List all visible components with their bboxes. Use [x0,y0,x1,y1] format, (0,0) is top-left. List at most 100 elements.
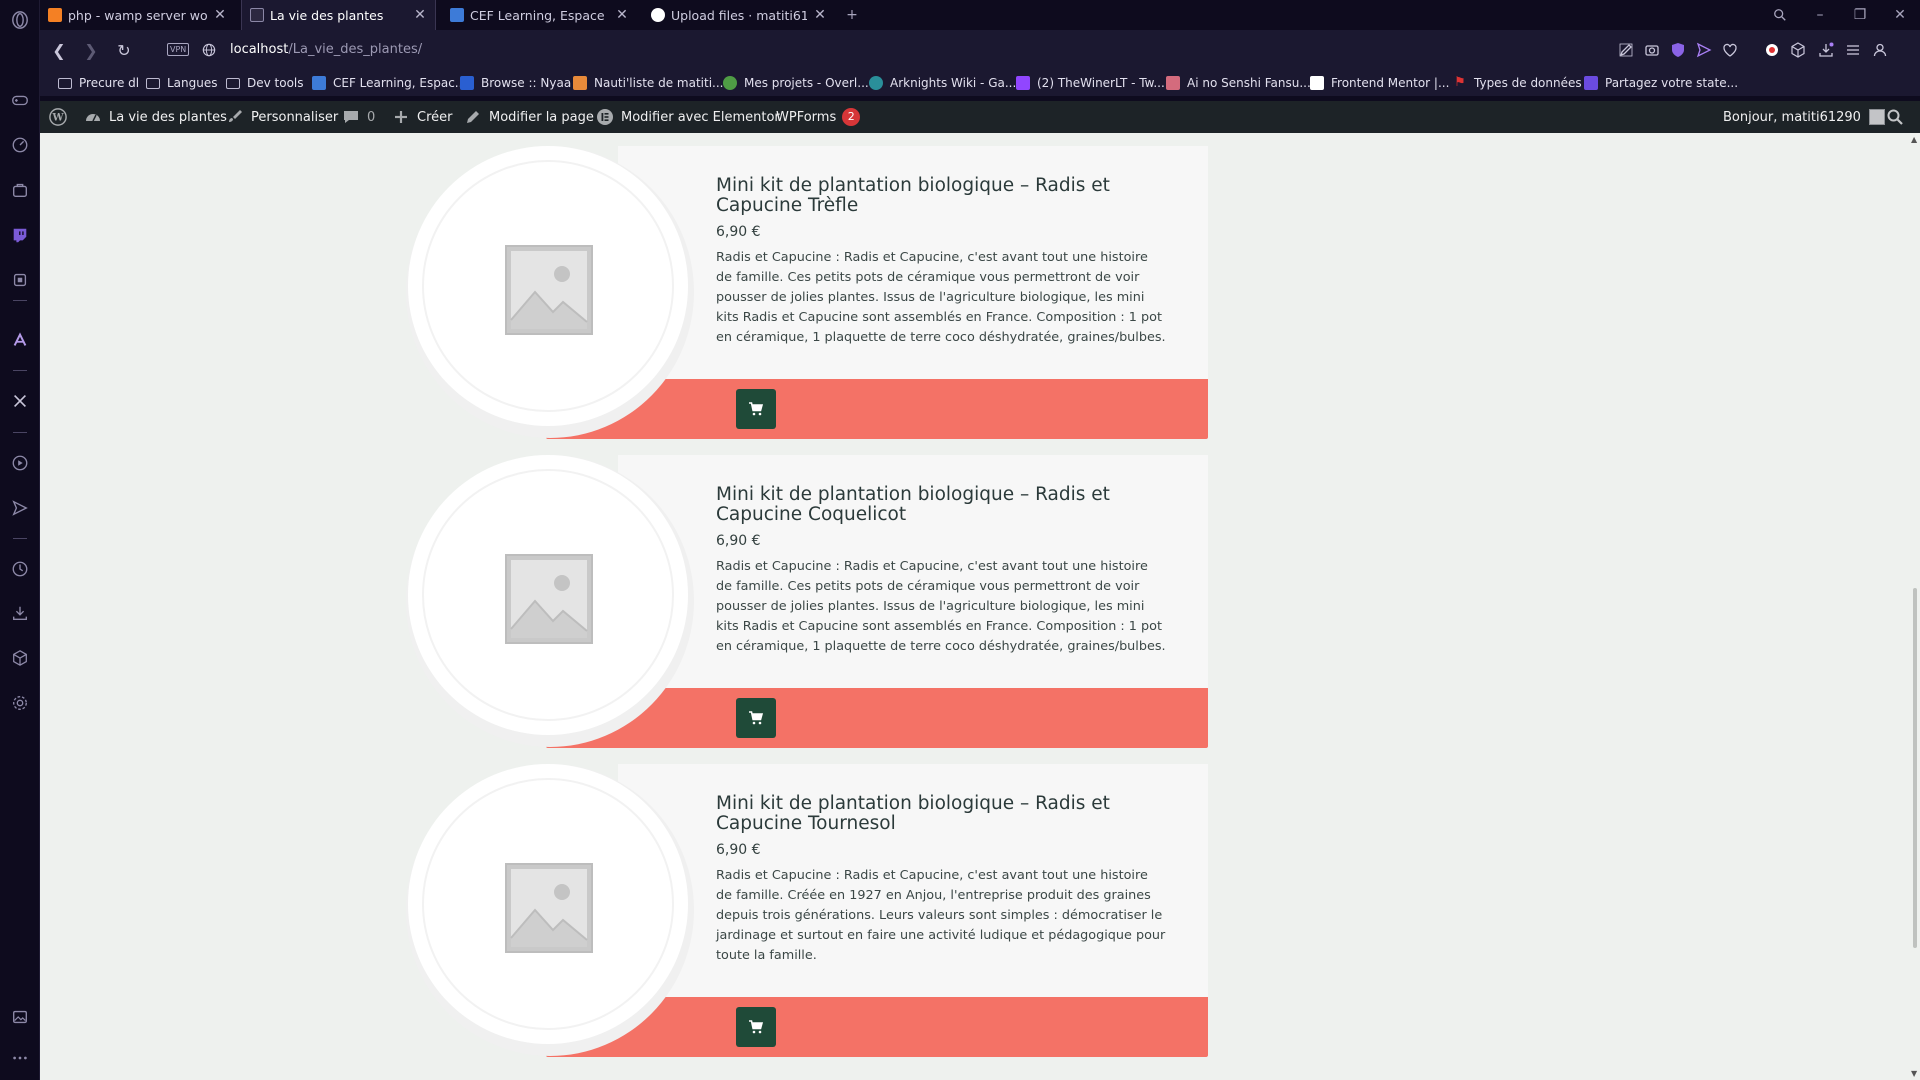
bookmark-label: Ai no Senshi Fansu... [1187,76,1311,90]
downloads-icon[interactable] [8,601,32,625]
wp-search-button[interactable] [1886,101,1911,133]
page-content: Mini kit de plantation biologique – Radi… [40,133,1910,1080]
download-icon[interactable] [1816,40,1836,60]
wp-admin-bar: W La vie des plantes Personnaliser 0 Cré… [40,101,1920,133]
wp-new-content-button[interactable]: Créer [392,101,452,133]
bookmark-folder-langues[interactable]: Langues [146,75,218,91]
bookmark-folder-dev-tools[interactable]: Dev tools [226,75,304,91]
heart-icon[interactable] [1720,40,1740,60]
restore-icon[interactable]: ❐ [1848,4,1872,26]
scroll-up-arrow-icon[interactable]: ▲ [1911,135,1917,144]
cube-icon[interactable] [8,646,32,670]
speedometer-icon[interactable] [8,133,32,157]
opera-logo-icon[interactable] [8,8,32,32]
bookmark-label: Precure dl [79,76,140,90]
close-icon[interactable]: ✕ [213,7,227,23]
twitch-icon[interactable] [8,223,32,247]
bookmark-folder-precure-dl[interactable]: Precure dl [58,75,139,91]
product-card: Mini kit de plantation biologique – Radi… [406,764,1208,1057]
bookmark-overleaf[interactable]: Mes projets - Overl... [723,75,869,91]
bookmark-statebox[interactable]: Partagez votre state... [1584,75,1738,91]
product-title[interactable]: Mini kit de plantation biologique – Radi… [716,794,1136,834]
wp-comments-button[interactable]: 0 [342,101,375,133]
cube-icon[interactable] [1788,40,1808,60]
page-scrollbar[interactable]: ▲ ▼ [1910,133,1920,1080]
chip-icon[interactable] [8,268,32,292]
tab-php-wamp[interactable]: php - wamp server wordpr ✕ [40,0,235,30]
close-icon[interactable]: ✕ [413,7,427,23]
camera-icon[interactable] [1642,40,1662,60]
stackoverflow-favicon-icon [48,8,62,22]
easy-setup-icon[interactable] [1843,40,1863,60]
scroll-down-arrow-icon[interactable]: ▼ [1911,1069,1917,1078]
frontend-mentor-favicon-icon [1310,76,1324,90]
bookmark-twitch[interactable]: (2) TheWinerLT - Tw... [1016,75,1165,91]
wp-edit-page-button[interactable]: Modifier la page [464,101,594,133]
window-close-icon[interactable]: ✕ [1888,4,1912,26]
settings-icon[interactable] [8,691,32,715]
wp-site-name-button[interactable]: La vie des plantes [84,101,227,133]
forward-icon[interactable]: ❯ [80,39,102,61]
product-image-frame[interactable] [408,455,688,735]
edit-icon[interactable] [1616,40,1636,60]
close-icon[interactable]: ✕ [813,7,827,23]
history-icon[interactable] [8,557,32,581]
product-title[interactable]: Mini kit de plantation biologique – Radi… [716,176,1136,216]
tab-cef-learning[interactable]: CEF Learning, Espace élève ✕ [442,0,637,30]
wpforms-label: WPForms [776,109,837,125]
send-icon[interactable] [8,496,32,520]
wp-logo-button[interactable]: W [48,101,75,133]
wp-wpforms-button[interactable]: WPForms 2 [776,101,861,133]
add-to-cart-button[interactable] [736,698,776,738]
dashboard-icon [84,108,102,126]
globe-icon[interactable] [198,39,220,61]
wp-customize-button[interactable]: Personnaliser [226,101,338,133]
bookmark-cef-learning[interactable]: CEF Learning, Espac... [312,75,466,91]
add-to-cart-button[interactable] [736,1007,776,1047]
placeholder-image-icon [505,245,593,335]
bag-icon[interactable] [8,178,32,202]
aria-icon[interactable] [8,328,32,352]
more-icon[interactable] [8,1046,32,1070]
record-icon[interactable] [1762,40,1782,60]
bookmark-arknights-wiki[interactable]: Arknights Wiki - Ga... [869,75,1016,91]
x-twitter-icon[interactable] [8,389,32,413]
back-icon[interactable]: ❮ [48,39,70,61]
url-field[interactable]: localhost/La_vie_des_plantes/ [230,42,422,57]
product-description: Radis et Capucine : Radis et Capucine, c… [716,250,1166,345]
product-image-frame[interactable] [408,146,688,426]
wp-edit-elementor-button[interactable]: Modifier avec Elementor [596,101,780,133]
shield-icon[interactable] [1668,40,1688,60]
bookmark-label: Mes projets - Overl... [744,76,869,90]
vpn-badge[interactable]: VPN [167,43,190,56]
bookmark-frontend-mentor[interactable]: Frontend Mentor |... [1310,75,1449,91]
scrollbar-thumb[interactable] [1913,588,1917,948]
product-card: Mini kit de plantation biologique – Radi… [406,455,1208,748]
gamepad-icon[interactable] [8,88,32,112]
profile-icon[interactable] [1870,40,1890,60]
browser-sidebar [0,0,40,1080]
close-icon[interactable]: ✕ [615,7,629,23]
tab-upload-files[interactable]: Upload files · matiti61290/l ✕ [643,0,835,30]
product-image-frame[interactable] [408,764,688,1044]
bookmark-ai-no-senshi[interactable]: Ai no Senshi Fansu... [1166,75,1311,91]
bookmark-types-de-donnees[interactable]: ⚑ Types de données [1453,75,1581,91]
tab-search-icon[interactable] [1768,4,1792,26]
bookmark-nautiliste[interactable]: Nauti'liste de matiti... [573,75,723,91]
send-icon[interactable] [1694,40,1714,60]
avatar [1868,109,1885,125]
search-icon [1886,108,1904,126]
tab-la-vie-des-plantes[interactable]: La vie des plantes ✕ [241,0,436,30]
reload-icon[interactable]: ↻ [113,39,135,61]
sidebar-separator [13,432,27,433]
image-gallery-icon[interactable] [8,1005,32,1029]
player-icon[interactable] [8,451,32,475]
wp-account-button[interactable]: Bonjour, matiti61290 [1723,101,1885,133]
minimize-icon[interactable]: – [1808,4,1832,26]
product-title[interactable]: Mini kit de plantation biologique – Radi… [716,485,1136,525]
new-tab-plus-icon[interactable]: + [840,4,864,26]
add-to-cart-button[interactable] [736,389,776,429]
cart-icon [749,1020,764,1034]
bookmark-nyaa[interactable]: Browse :: Nyaa [460,75,571,91]
tab-label: php - wamp server wordpr [68,7,207,23]
